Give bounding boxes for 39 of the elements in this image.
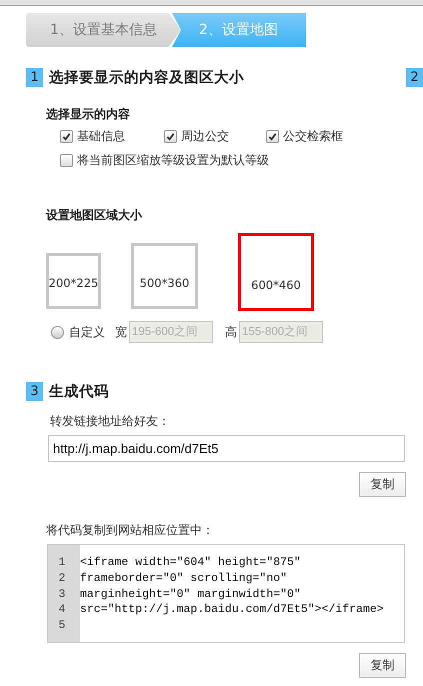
size-option[interactable]: 600*460: [238, 233, 314, 311]
line-number: 2: [58, 570, 66, 587]
checkbox[interactable]: [266, 130, 279, 143]
width-label: 宽: [115, 324, 127, 340]
line-number: 5: [58, 618, 66, 634]
line-number: 4: [58, 602, 66, 618]
size-option[interactable]: 500*360: [131, 243, 198, 309]
section-number: 1: [26, 68, 43, 86]
section-title: 生成代码: [49, 382, 109, 400]
subheading: 设置地图区域大小: [46, 207, 144, 224]
field-label: 转发链接地址给好友：: [50, 413, 171, 430]
checkbox[interactable]: [60, 154, 73, 167]
field-label: 将代码复制到网站相应位置中：: [46, 522, 215, 539]
checkbox[interactable]: [60, 130, 73, 143]
code-line: frameborder=″0″ scrolling=″no″: [80, 570, 288, 587]
checkbox-label: 基础信息: [77, 128, 125, 145]
checkbox-label: 公交检索框: [283, 128, 343, 145]
section-number: 2: [406, 68, 423, 86]
line-number: 3: [58, 586, 66, 602]
code-line: src=″http://j.map.baidu.com/d7Et5″></iframe>: [80, 602, 384, 618]
checkbox[interactable]: [164, 130, 177, 143]
line-number: 1: [58, 555, 66, 571]
section-title: 选择要显示的内容及图区大小: [49, 68, 244, 86]
subheading: 选择显示的内容: [46, 106, 131, 123]
radio-button[interactable]: [51, 326, 64, 338]
radio-label: 自定义: [69, 324, 105, 340]
copy-button[interactable]: 复制: [359, 653, 406, 678]
checkbox-label: 将当前图区缩放等级设置为默认等级: [77, 152, 269, 169]
copy-button[interactable]: 复制: [359, 472, 406, 497]
link-field[interactable]: http://j.map.baidu.com/d7Et5: [48, 435, 405, 462]
size-option[interactable]: 200*225: [46, 253, 101, 309]
code-box[interactable]: 1 2 3 4 5 <iframe width=″604″ height=″875″ frameborder=″0″ scrolling=″no″ marginheight=″0″ marginwidth=″0″ src=″http://j.map.baidu.com/d7Et5″></iframe>: [47, 544, 405, 643]
height-label: 高: [225, 324, 237, 340]
code-line: <iframe width=″604″ height=″875″: [80, 555, 302, 571]
checkbox-label: 周边公交: [181, 128, 229, 145]
code-line: marginheight=″0″ marginwidth=″0″: [80, 586, 302, 602]
height-field[interactable]: 155-800之间: [239, 321, 323, 343]
section-number: 3: [26, 382, 43, 400]
width-field[interactable]: 195-600之间: [129, 321, 213, 343]
